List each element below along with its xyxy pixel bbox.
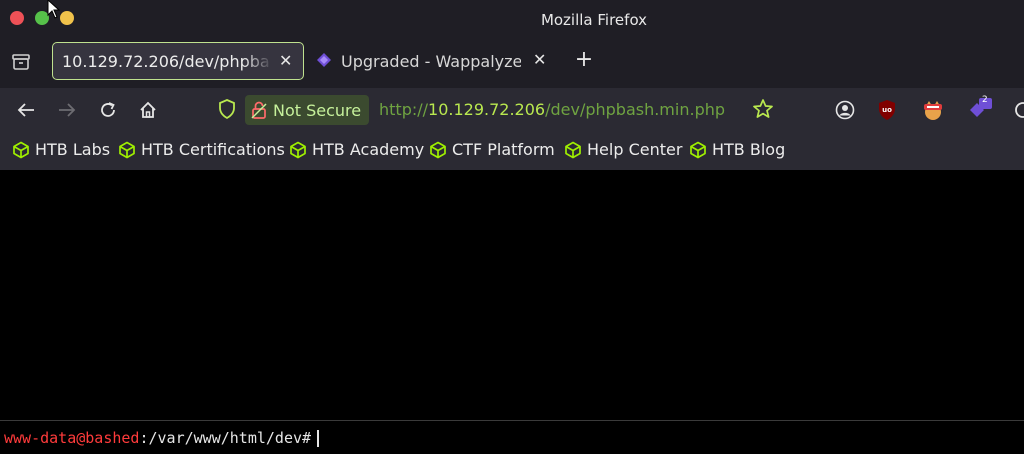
tab-phpbash[interactable]: 10.129.72.206/dev/phpbash.min.php ✕ — [52, 42, 304, 80]
tab-close-button[interactable]: ✕ — [279, 51, 292, 70]
account-button[interactable] — [832, 97, 858, 123]
bookmark-htb-labs[interactable]: HTB Labs — [12, 140, 110, 159]
tab-list-button[interactable] — [8, 49, 34, 75]
phpbash-terminal[interactable]: www-data@bashed:/var/www/html/dev# — [0, 170, 1024, 453]
back-button[interactable] — [13, 97, 39, 123]
terminal-prompt-line[interactable]: www-data@bashed:/var/www/html/dev# — [0, 420, 1024, 454]
svg-text:uo: uo — [882, 106, 892, 114]
tab-bar: 10.129.72.206/dev/phpbash.min.php ✕ Upgr… — [0, 38, 1024, 88]
broken-lock-icon — [251, 101, 267, 119]
navigation-bar: Not Secure http://10.129.72.206/dev/phpb… — [0, 88, 1024, 132]
terminal-prompt[interactable]: www-data@bashed:/var/www/html/dev# — [4, 429, 319, 447]
url-prefix: http:// — [379, 100, 429, 119]
bookmarks-toolbar: HTB Labs HTB Certifications HTB Academy … — [0, 132, 1024, 170]
prompt-user-host: www-data@bashed — [4, 429, 140, 447]
firefox-window: Mozilla Firefox 10.129.72.206/dev/phpbas… — [0, 0, 1024, 453]
htb-cube-icon — [290, 141, 306, 158]
reload-button[interactable] — [95, 97, 121, 123]
foxyproxy-icon — [924, 101, 942, 120]
bookmark-htb-blog[interactable]: HTB Blog — [689, 140, 785, 159]
bookmark-htb-certifications[interactable]: HTB Certifications — [118, 140, 285, 159]
tab-close-button[interactable]: ✕ — [533, 50, 546, 69]
puzzle-piece-icon — [1015, 102, 1024, 118]
ublock-origin-icon: uo — [879, 100, 895, 120]
htb-cube-icon — [430, 141, 446, 158]
bookmark-ctf-platform[interactable]: CTF Platform — [429, 140, 555, 159]
arrow-left-icon — [17, 103, 34, 117]
bookmark-star-icon[interactable] — [752, 98, 774, 120]
url-path: /dev/phpbash.min.php — [545, 100, 726, 119]
arrow-right-icon — [59, 103, 76, 117]
reload-icon — [101, 102, 115, 117]
wappalyzer-icon — [970, 98, 992, 117]
url-text[interactable]: http://10.129.72.206/dev/phpbash.min.php — [379, 100, 725, 119]
bookmark-htb-academy[interactable]: HTB Academy — [289, 140, 424, 159]
url-host: 10.129.72.206 — [428, 100, 546, 119]
tracking-protection-shield-icon[interactable] — [218, 99, 236, 119]
home-icon — [140, 101, 156, 118]
mouse-cursor-icon — [47, 0, 61, 19]
text-cursor — [317, 430, 319, 447]
extensions-button[interactable] — [1010, 97, 1024, 123]
bookmark-help-center[interactable]: Help Center — [564, 140, 682, 159]
new-tab-button[interactable]: + — [572, 49, 596, 73]
foxyproxy-button[interactable] — [920, 97, 946, 123]
url-bar[interactable]: Not Secure http://10.129.72.206/dev/phpb… — [212, 92, 792, 128]
home-button[interactable] — [135, 97, 161, 123]
wappalyzer-button[interactable]: 2 — [967, 95, 993, 123]
tab-wappalyzer[interactable]: Upgraded - Wappalyzer ✕ — [306, 42, 556, 80]
tab-label: Upgraded - Wappalyzer — [341, 51, 521, 71]
tab-label: 10.129.72.206/dev/phpbash.min.php — [62, 51, 270, 71]
account-icon — [835, 100, 855, 120]
security-label: Not Secure — [273, 100, 362, 120]
ublock-origin-button[interactable]: uo — [874, 97, 900, 123]
tab-list-icon — [12, 54, 30, 70]
window-title: Mozilla Firefox — [540, 11, 648, 29]
htb-cube-icon — [119, 141, 135, 158]
prompt-path: :/var/www/html/dev# — [139, 429, 312, 447]
forward-button[interactable] — [54, 97, 80, 123]
htb-cube-icon — [690, 141, 706, 158]
title-bar: Mozilla Firefox — [0, 0, 1024, 38]
htb-cube-icon — [13, 141, 29, 158]
not-secure-badge[interactable]: Not Secure — [245, 95, 370, 125]
htb-cube-icon — [565, 141, 581, 158]
wappalyzer-icon — [317, 53, 331, 67]
wappalyzer-badge-count: 2 — [982, 95, 988, 105]
